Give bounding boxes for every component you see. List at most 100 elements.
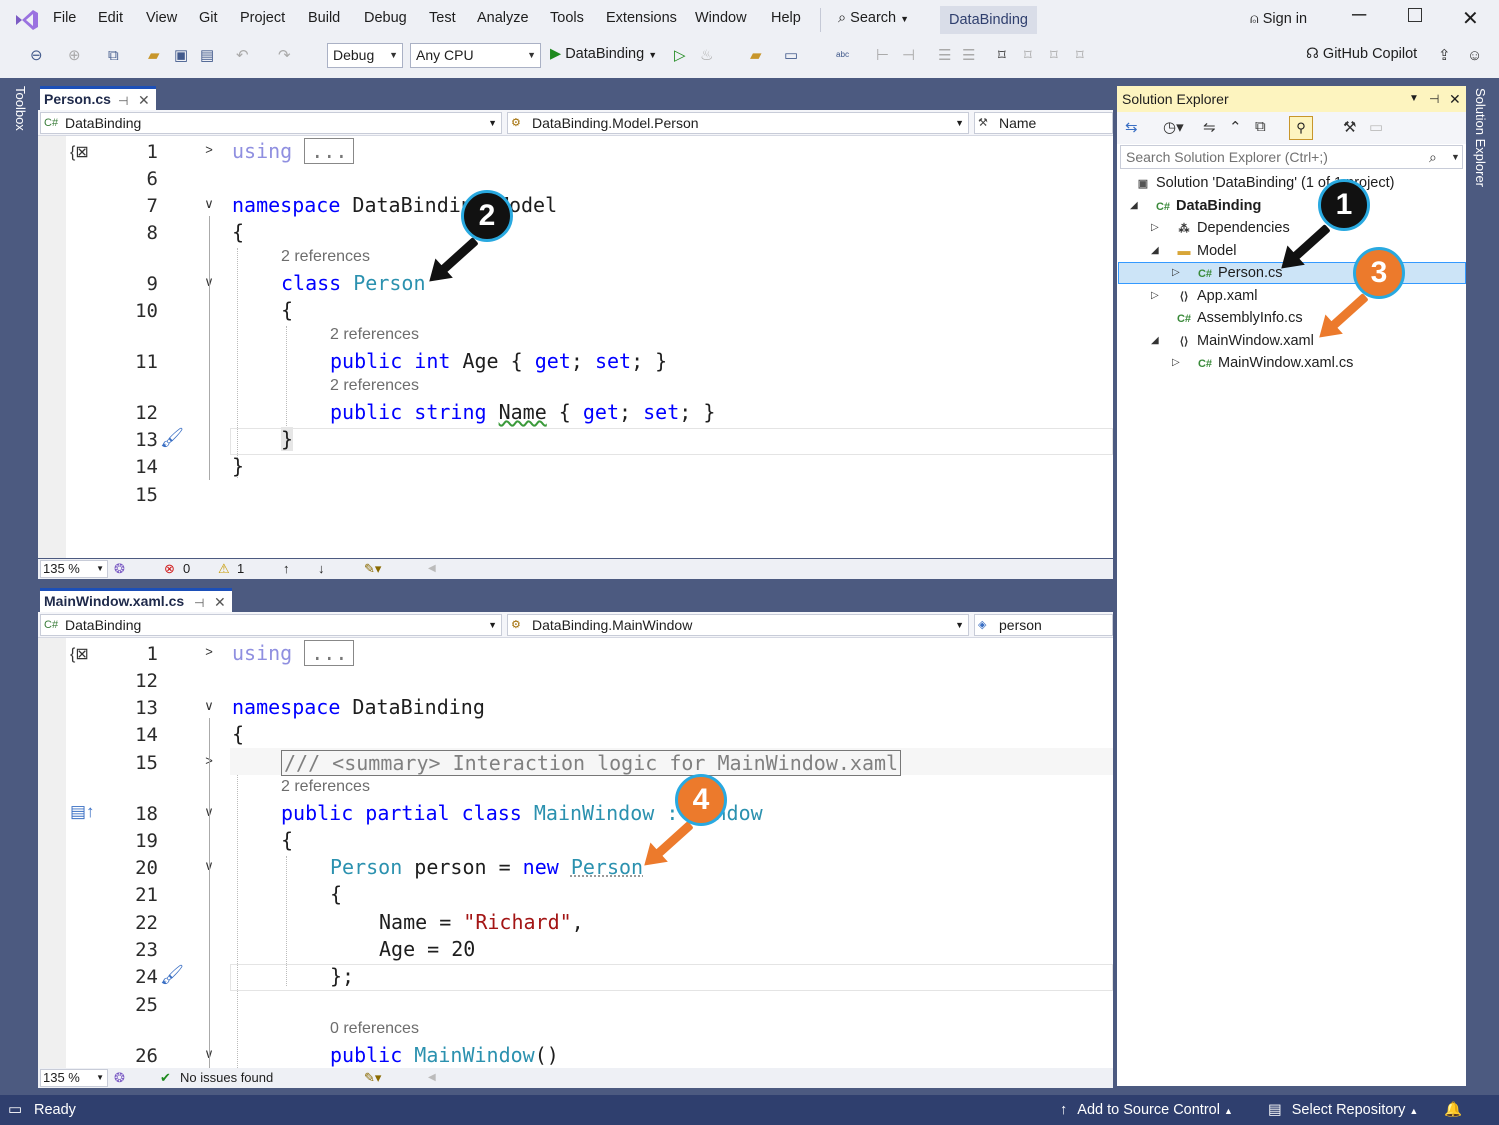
notifications-bell-icon[interactable]: 🔔 (1444, 1095, 1462, 1125)
collapse-all-icon[interactable]: ⌃ (1229, 118, 1242, 136)
select-repository-button[interactable]: ▤ Select Repository ▲ (1268, 1095, 1418, 1125)
code-cleanup-icon[interactable]: ✎▾ (364, 559, 381, 579)
spell-check-icon[interactable]: ᵃᵇᶜ (836, 47, 849, 65)
next-bookmark-icon[interactable]: ⌑ (1050, 47, 1058, 65)
expand-chevron-icon[interactable]: > (202, 644, 216, 659)
collapsed-summary-comment[interactable]: /// <summary> Interaction logic for Main… (281, 750, 902, 776)
properties-wrench-icon[interactable]: ⚒ (1343, 118, 1356, 136)
preview-icon[interactable]: ▭ (1369, 118, 1383, 136)
sign-in-button[interactable]: ⍝ Sign in (1250, 11, 1307, 27)
clear-bookmarks-icon[interactable]: ⌑ (1076, 47, 1084, 65)
solution-explorer-search[interactable]: Search Solution Explorer (Ctrl+;) ⌕ ▼ (1120, 145, 1463, 169)
menu-extensions[interactable]: Extensions (606, 10, 677, 26)
bookmark-icon[interactable]: ⌑ (998, 47, 1006, 65)
menu-help[interactable]: Help (771, 10, 801, 26)
zoom-select[interactable]: 135 % ▼ (40, 560, 108, 578)
pin-icon[interactable]: ⊣ (194, 593, 204, 613)
collapse-chevron-icon[interactable]: ∨ (202, 698, 216, 714)
new-project-icon[interactable]: ⧉ (108, 47, 119, 65)
output-window-icon[interactable]: ▭ (8, 1095, 22, 1125)
collapsed-triangle-icon[interactable]: ▷ (1172, 357, 1180, 368)
code-editor-mainwindow[interactable]: {⊠ ▤↑ 1 12 13 14 15 18 19 20 21 22 23 24… (38, 638, 1113, 1068)
quick-actions-brush-icon[interactable]: 🖌 (160, 426, 184, 450)
previous-issue-icon[interactable]: ↑ (283, 559, 290, 579)
filter-icon[interactable]: ⚲ (1289, 116, 1313, 140)
menu-file[interactable]: File (53, 10, 76, 26)
scroll-left-icon[interactable]: ◀ (428, 1068, 436, 1088)
tab-mainwindow-xaml-cs[interactable]: MainWindow.xaml.cs ⊣ ✕ (40, 588, 232, 612)
solution-explorer-side-tab[interactable]: Solution Explorer (1473, 88, 1488, 187)
code-cleanup-icon[interactable]: ✎▾ (364, 1068, 381, 1088)
scroll-left-icon[interactable]: ◀ (428, 559, 436, 579)
project-nav-select[interactable]: C# DataBinding ▼ (40, 614, 502, 636)
codelens-references[interactable]: 2 references (281, 778, 370, 796)
next-issue-icon[interactable]: ↓ (318, 559, 325, 579)
hot-reload-icon[interactable]: ♨ (700, 47, 713, 65)
intellicode-icon[interactable]: ❂ (114, 559, 125, 579)
project-nav-select[interactable]: C# DataBinding ▼ (40, 112, 502, 134)
history-icon[interactable]: ◷▾ (1163, 118, 1184, 136)
menu-git[interactable]: Git (199, 10, 218, 26)
menu-test[interactable]: Test (429, 10, 456, 26)
menu-analyze[interactable]: Analyze (477, 10, 529, 26)
error-icon[interactable]: ⊗ (164, 559, 175, 579)
type-nav-select[interactable]: ⚙ DataBinding.Model.Person ▼ (507, 112, 969, 134)
layout-icon[interactable]: ▭ (784, 47, 798, 65)
show-all-files-icon[interactable]: ⧉ (1255, 118, 1266, 135)
toolbox-tab[interactable]: Toolbox (10, 86, 28, 146)
warning-count[interactable]: 1 (237, 559, 244, 579)
issues-status[interactable]: No issues found (180, 1068, 273, 1088)
add-to-source-control-button[interactable]: ↑ Add to Source Control ▲ (1060, 1095, 1233, 1125)
chevron-down-icon[interactable]: ▼ (1409, 86, 1419, 112)
maximize-button[interactable] (1408, 8, 1422, 22)
menu-tools[interactable]: Tools (550, 10, 584, 26)
type-nav-select[interactable]: ⚙ DataBinding.MainWindow ▼ (507, 614, 969, 636)
switch-views-icon[interactable]: ⇆ (1125, 118, 1138, 136)
redo-icon[interactable]: ↷ (278, 47, 291, 65)
github-copilot-button[interactable]: ☊ GitHub Copilot (1306, 46, 1417, 62)
solution-folder-icon[interactable]: ▰ (750, 47, 762, 65)
menu-build[interactable]: Build (308, 10, 340, 26)
expanded-triangle-icon[interactable]: ◢ (1151, 245, 1159, 256)
platform-select[interactable]: Any CPU ▼ (410, 43, 541, 68)
feedback-icon[interactable]: ☺ (1467, 47, 1482, 65)
codelens-references[interactable]: 2 references (281, 248, 370, 266)
collapsed-triangle-icon[interactable]: ▷ (1151, 290, 1159, 301)
collapsed-region[interactable]: ... (304, 138, 355, 164)
close-window-button[interactable]: ✕ (1462, 6, 1479, 31)
undo-icon[interactable]: ↶ (236, 47, 249, 65)
forward-icon[interactable]: ⊕ (68, 47, 81, 65)
expanded-triangle-icon[interactable]: ◢ (1151, 335, 1159, 346)
member-nav-select[interactable]: ⚒ Name (974, 112, 1113, 134)
save-all-icon[interactable]: ▤ (200, 47, 214, 65)
collapse-chevron-icon[interactable]: ∨ (202, 196, 216, 212)
start-without-debugging-icon[interactable]: ▷ (674, 47, 686, 65)
menu-edit[interactable]: Edit (98, 10, 123, 26)
tree-item-project[interactable]: C# DataBinding (1154, 195, 1261, 217)
member-nav-select[interactable]: ◈ person (974, 614, 1113, 636)
collapsed-region[interactable]: ... (304, 640, 355, 666)
quick-actions-brush-icon[interactable]: 🖌 (160, 963, 184, 987)
collapsed-triangle-icon[interactable]: ▷ (1151, 222, 1159, 233)
menu-project[interactable]: Project (240, 10, 285, 26)
menu-window[interactable]: Window (695, 10, 747, 26)
error-count[interactable]: 0 (183, 559, 190, 579)
intellicode-icon[interactable]: ❂ (114, 1068, 125, 1088)
warning-icon[interactable]: ⚠ (218, 559, 230, 579)
tree-item-assemblyinfo[interactable]: C# AssemblyInfo.cs (1175, 307, 1303, 329)
search-button[interactable]: ⌕ Search ▼ (838, 10, 909, 26)
pin-icon[interactable]: ⊣ (1429, 86, 1439, 112)
configuration-select[interactable]: Debug ▼ (327, 43, 403, 68)
collapsed-triangle-icon[interactable]: ▷ (1172, 267, 1180, 278)
tree-item-person-cs[interactable]: C# Person.cs (1196, 262, 1283, 284)
codelens-references[interactable]: 2 references (330, 377, 419, 395)
menu-debug[interactable]: Debug (364, 10, 407, 26)
outdent-icon[interactable]: ☰ (938, 47, 951, 65)
expanded-triangle-icon[interactable]: ◢ (1130, 200, 1138, 211)
vs-logo-icon[interactable] (14, 8, 40, 32)
indent-icon[interactable]: ☰ (962, 47, 975, 65)
code-editor-person[interactable]: {⊠ 1 6 7 8 9 10 11 12 13 14 15 🖌 > ∨ ∨ u… (38, 136, 1113, 558)
prev-bookmark-icon[interactable]: ⌑ (1024, 47, 1032, 65)
close-tab-icon[interactable]: ✕ (138, 90, 150, 110)
sync-icon[interactable]: ⇋ (1203, 118, 1216, 136)
